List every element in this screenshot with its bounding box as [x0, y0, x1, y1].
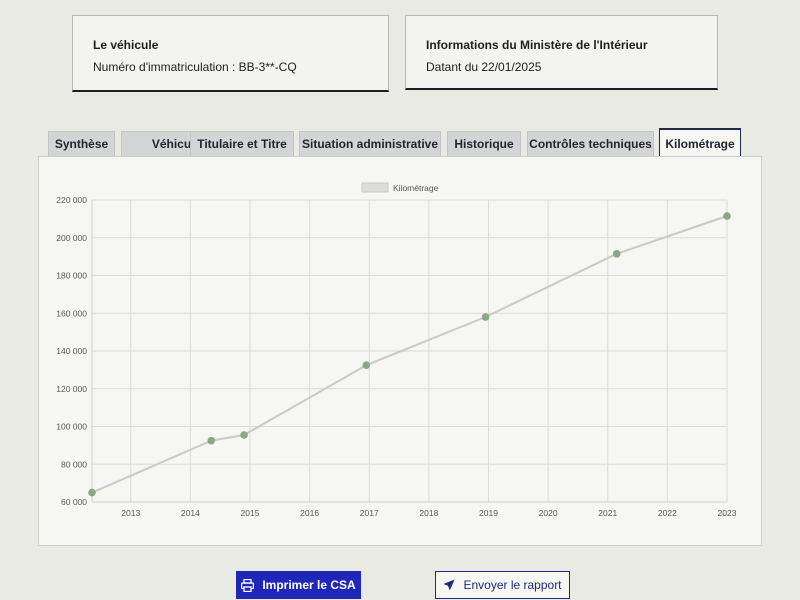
- y-tick-label: 160 000: [56, 308, 87, 318]
- kilometrage-panel: 60 000 80 000 100 000 120 000 140 000 160 000…: [38, 156, 762, 546]
- send-report-button[interactable]: Envoyer le rapport: [435, 571, 570, 599]
- tab-titulaire-titre[interactable]: Titulaire et Titre: [190, 131, 294, 156]
- registration-number: Numéro d'immatriculation : BB-3**-CQ: [93, 60, 297, 74]
- x-tick-label: 2019: [479, 508, 498, 518]
- y-tick-label: 140 000: [56, 346, 87, 356]
- tab-situation-administrative[interactable]: Situation administrative: [299, 131, 441, 156]
- y-tick-label: 220 000: [56, 195, 87, 205]
- ministry-date: Datant du 22/01/2025: [426, 60, 542, 74]
- y-tick-label: 180 000: [56, 271, 87, 281]
- x-tick-label: 2018: [419, 508, 438, 518]
- print-csa-button[interactable]: Imprimer le CSA: [236, 571, 361, 599]
- data-point: [481, 313, 490, 321]
- tab-kilometrage[interactable]: Kilométrage: [659, 128, 741, 157]
- ministry-card: Informations du Ministère de l'Intérieur…: [405, 15, 718, 90]
- x-tick-label: 2016: [300, 508, 319, 518]
- data-point: [207, 436, 216, 445]
- printer-icon: [241, 578, 255, 592]
- x-tick-label: 2020: [539, 508, 558, 518]
- y-tick-label: 60 000: [61, 497, 87, 507]
- tab-synthese[interactable]: Synthèse: [48, 131, 115, 156]
- tab-historique[interactable]: Historique: [447, 131, 521, 156]
- x-tick-label: 2022: [658, 508, 677, 518]
- y-tick-label: 200 000: [56, 233, 87, 243]
- tab-bar: Synthèse Véhicule Titulaire et Titre Sit…: [48, 128, 748, 157]
- data-point: [723, 212, 731, 220]
- x-tick-label: 2015: [241, 508, 260, 518]
- vehicle-card-title: Le véhicule: [93, 38, 159, 52]
- y-tick-label: 100 000: [56, 422, 87, 432]
- x-tick-label: 2021: [598, 508, 617, 518]
- x-tick-label: 2013: [121, 508, 140, 518]
- y-tick-label: 80 000: [61, 459, 87, 469]
- kilometrage-chart: 60 000 80 000 100 000 120 000 140 000 160 000…: [56, 182, 737, 518]
- x-tick-label: 2023: [718, 508, 737, 518]
- send-report-label: Envoyer le rapport: [463, 578, 562, 592]
- legend-swatch: [361, 182, 389, 193]
- print-csa-label: Imprimer le CSA: [262, 578, 356, 592]
- data-point: [88, 488, 96, 497]
- y-tick-label: 120 000: [56, 384, 87, 394]
- data-point: [612, 249, 621, 258]
- kilometrage-line: [91, 215, 728, 494]
- send-arrow-icon: [443, 579, 455, 591]
- data-point: [362, 361, 371, 369]
- tab-controles-techniques[interactable]: Contrôles techniques: [527, 131, 654, 156]
- x-tick-label: 2014: [181, 508, 200, 518]
- data-point: [240, 431, 248, 439]
- ministry-card-title: Informations du Ministère de l'Intérieur: [426, 38, 648, 52]
- legend-label: Kilométrage: [393, 183, 439, 193]
- vehicle-card: Le véhicule Numéro d'immatriculation : B…: [72, 15, 389, 92]
- x-tick-label: 2017: [360, 508, 379, 518]
